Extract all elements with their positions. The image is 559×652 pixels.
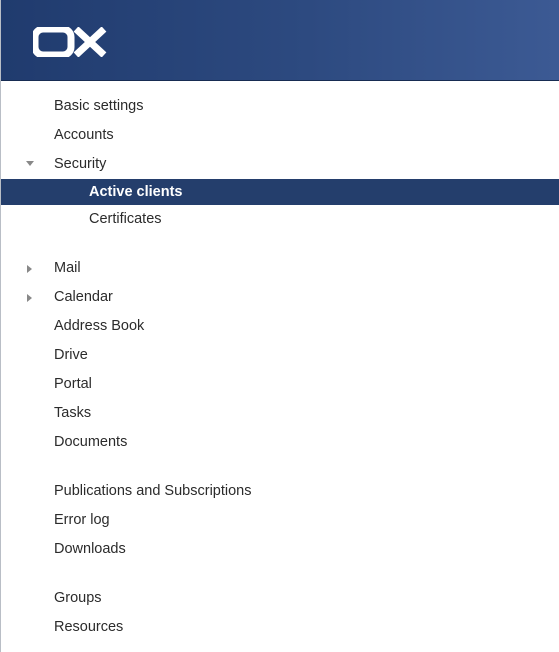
tree-item-active-clients[interactable]: Active clients: [1, 179, 559, 205]
tree-item-groups[interactable]: Groups: [1, 584, 559, 613]
tree-item-label: Tasks: [54, 405, 92, 421]
tree-item-label: Portal: [54, 376, 92, 392]
tree-item-accounts[interactable]: Accounts: [1, 121, 559, 150]
top-bar: [1, 0, 559, 81]
caret-down-icon[interactable]: [25, 150, 35, 179]
tree-item-mail[interactable]: Mail: [1, 254, 559, 283]
tree-item-drive[interactable]: Drive: [1, 341, 559, 370]
tree-item-tasks[interactable]: Tasks: [1, 399, 559, 428]
tree-item-address-book[interactable]: Address Book: [1, 312, 559, 341]
tree-item-resources[interactable]: Resources: [1, 613, 559, 642]
tree-spacer: [1, 234, 559, 254]
settings-window: Basic settings Accounts Security Active …: [0, 0, 559, 652]
tree-item-security[interactable]: Security: [1, 150, 559, 179]
tree-item-documents[interactable]: Documents: [1, 428, 559, 457]
tree-item-portal[interactable]: Portal: [1, 370, 559, 399]
tree-item-label: Downloads: [54, 541, 126, 557]
tree-item-publications[interactable]: Publications and Subscriptions: [1, 477, 559, 506]
tree-item-label: Drive: [54, 347, 88, 363]
tree-item-label: Publications and Subscriptions: [54, 483, 252, 499]
caret-right-icon[interactable]: [25, 254, 35, 283]
tree-item-label: Calendar: [54, 289, 113, 305]
tree-item-basic-settings[interactable]: Basic settings: [1, 92, 559, 121]
tree-item-label: Active clients: [89, 184, 183, 200]
tree-item-label: Groups: [54, 590, 102, 606]
tree-item-label: Mail: [54, 260, 81, 276]
tree-item-label: Resources: [54, 619, 124, 635]
caret-right-icon[interactable]: [25, 283, 35, 312]
tree-item-error-log[interactable]: Error log: [1, 506, 559, 535]
tree-item-label: Certificates: [89, 211, 162, 227]
tree-item-label: Basic settings: [54, 98, 144, 114]
tree-item-label: Accounts: [54, 127, 114, 143]
settings-tree: Basic settings Accounts Security Active …: [1, 92, 559, 642]
ox-logo: [33, 27, 107, 57]
tree-item-label: Security: [54, 156, 107, 172]
tree-item-label: Documents: [54, 434, 128, 450]
tree-item-label: Address Book: [54, 318, 145, 334]
tree-item-label: Error log: [54, 512, 110, 528]
tree-item-certificates[interactable]: Certificates: [1, 205, 559, 234]
tree-item-calendar[interactable]: Calendar: [1, 283, 559, 312]
tree-spacer: [1, 457, 559, 477]
tree-item-downloads[interactable]: Downloads: [1, 535, 559, 564]
tree-spacer: [1, 564, 559, 584]
